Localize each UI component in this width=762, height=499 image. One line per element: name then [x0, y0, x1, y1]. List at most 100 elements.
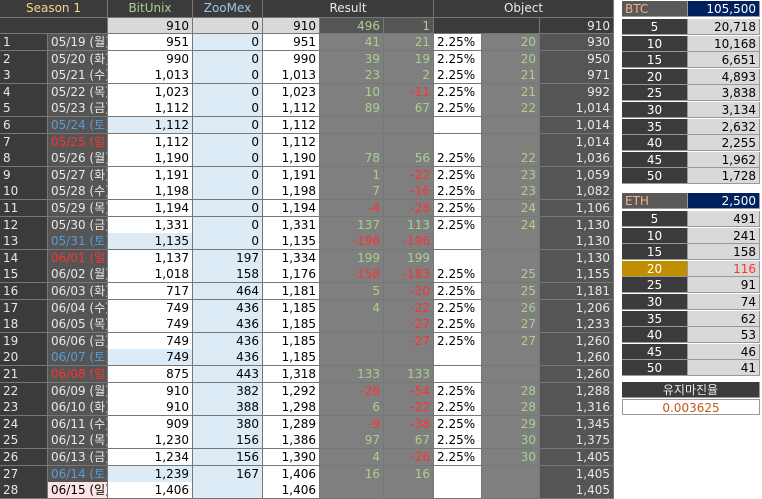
bitunix-value[interactable]: 1,112 — [108, 117, 193, 134]
leverage-value[interactable]: 15 — [622, 52, 688, 69]
bitunix-value[interactable]: 910 — [108, 399, 193, 417]
sum-value[interactable]: 1,023 — [263, 83, 320, 101]
row-number[interactable]: 13 — [0, 233, 48, 251]
zoomex-value[interactable]: 436 — [193, 316, 263, 334]
date-cell[interactable]: 05/21 (수) — [48, 67, 108, 85]
row-number[interactable]: 1 — [0, 34, 48, 51]
date-cell[interactable]: 06/04 (수) — [48, 299, 108, 317]
row-number[interactable]: 2 — [0, 50, 48, 68]
row-number[interactable]: 23 — [0, 399, 48, 417]
bitunix-value[interactable]: 1,406 — [108, 482, 193, 499]
objective-value[interactable]: 25 — [482, 283, 540, 300]
row-number[interactable]: 22 — [0, 382, 48, 400]
objective-value[interactable]: 21 — [482, 83, 540, 101]
daily-value[interactable]: -11 — [384, 83, 434, 101]
quantity-value[interactable]: 1,962 — [688, 151, 760, 168]
sum-value[interactable]: 1,406 — [263, 465, 320, 483]
sum-value[interactable]: 1,298 — [263, 399, 320, 417]
target-value[interactable]: 1,375 — [540, 432, 614, 450]
objective-value[interactable]: 22 — [482, 150, 540, 168]
row-number[interactable]: 15 — [0, 266, 48, 284]
rate-value[interactable]: 2.25% — [434, 50, 482, 68]
rate-value[interactable]: 2.25% — [434, 216, 482, 234]
quantity-value[interactable]: 74 — [688, 294, 760, 310]
daily-value[interactable]: 16 — [384, 465, 434, 483]
rate-value[interactable] — [434, 349, 482, 367]
bitunix-header[interactable]: BitUnix — [108, 0, 193, 18]
bitunix-value[interactable]: 1,191 — [108, 166, 193, 184]
bitunix-value[interactable]: 1,230 — [108, 432, 193, 450]
rate-value[interactable] — [434, 133, 482, 151]
btc-price[interactable]: 105,500 — [688, 1, 760, 17]
objective-value[interactable]: 20 — [482, 34, 540, 51]
bitunix-value[interactable]: 749 — [108, 349, 193, 367]
leverage-value[interactable]: 5 — [622, 19, 688, 35]
target-value[interactable]: 1,405 — [540, 465, 614, 483]
target-value[interactable]: 1,260 — [540, 366, 614, 383]
zoomex-value[interactable]: 0 — [193, 216, 263, 234]
date-cell[interactable]: 05/19 (월) — [48, 34, 108, 51]
bitunix-value[interactable]: 1,198 — [108, 183, 193, 201]
rate-value[interactable]: 2.25% — [434, 67, 482, 85]
bitunix-value[interactable]: 1,013 — [108, 67, 193, 85]
row-number[interactable]: 27 — [0, 465, 48, 483]
leverage-value[interactable]: 45 — [622, 151, 688, 168]
leverage-value[interactable]: 45 — [622, 343, 688, 360]
target-value[interactable]: 930 — [540, 34, 614, 51]
daily-value[interactable] — [384, 133, 434, 151]
zoomex-value[interactable]: 0 — [193, 83, 263, 101]
quantity-value[interactable]: 491 — [688, 211, 760, 227]
bitunix-value[interactable]: 1,112 — [108, 100, 193, 118]
bitunix-value[interactable]: 1,137 — [108, 249, 193, 267]
row-number[interactable]: 28 — [0, 482, 48, 499]
rate-value[interactable]: 2.25% — [434, 83, 482, 101]
zoomex-value[interactable]: 0 — [193, 100, 263, 118]
date-cell[interactable]: 06/07 (토) — [48, 349, 108, 367]
daily-value[interactable]: -22 — [384, 166, 434, 184]
objective-value[interactable]: 21 — [482, 67, 540, 85]
daily-value[interactable]: -27 — [384, 332, 434, 350]
row-number[interactable]: 16 — [0, 283, 48, 300]
leverage-value[interactable]: 50 — [622, 168, 688, 185]
margin-label[interactable]: 유지마진율 — [622, 382, 760, 398]
diff-value[interactable] — [320, 332, 384, 350]
row-number[interactable]: 18 — [0, 316, 48, 334]
diff-value[interactable]: 23 — [320, 67, 384, 85]
leverage-value[interactable]: 25 — [622, 85, 688, 102]
daily-value[interactable]: 67 — [384, 100, 434, 118]
leverage-value[interactable]: 30 — [622, 294, 688, 310]
diff-value[interactable] — [320, 349, 384, 367]
sum-value[interactable]: 1,292 — [263, 382, 320, 400]
daily-value[interactable] — [384, 117, 434, 134]
target-value[interactable]: 1,181 — [540, 283, 614, 300]
totals-blank[interactable] — [0, 18, 108, 34]
rate-value[interactable]: 2.25% — [434, 283, 482, 300]
leverage-value[interactable]: 40 — [622, 327, 688, 344]
quantity-value[interactable]: 91 — [688, 277, 760, 294]
rate-value[interactable]: 2.25% — [434, 415, 482, 433]
total-diff[interactable]: 496 — [320, 18, 384, 34]
diff-value[interactable]: -196 — [320, 233, 384, 251]
diff-value[interactable]: 137 — [320, 216, 384, 234]
zoomex-value[interactable]: 388 — [193, 399, 263, 417]
row-number[interactable]: 5 — [0, 100, 48, 118]
rate-value[interactable]: 2.25% — [434, 166, 482, 184]
bitunix-value[interactable]: 990 — [108, 50, 193, 68]
sum-value[interactable]: 1,135 — [263, 233, 320, 251]
total-zoomex[interactable]: 0 — [193, 18, 263, 34]
sum-value[interactable]: 1,386 — [263, 432, 320, 450]
sum-value[interactable]: 1,191 — [263, 166, 320, 184]
target-value[interactable]: 992 — [540, 83, 614, 101]
row-number[interactable]: 3 — [0, 67, 48, 85]
btc-label[interactable]: BTC — [622, 1, 688, 17]
sum-value[interactable]: 990 — [263, 50, 320, 68]
daily-value[interactable]: 56 — [384, 150, 434, 168]
zoomex-value[interactable]: 464 — [193, 283, 263, 300]
leverage-value[interactable]: 35 — [622, 310, 688, 327]
target-value[interactable]: 1,405 — [540, 449, 614, 466]
bitunix-value[interactable]: 1,234 — [108, 449, 193, 466]
date-cell[interactable]: 05/30 (금) — [48, 216, 108, 234]
zoomex-value[interactable]: 0 — [193, 200, 263, 217]
objective-value[interactable] — [482, 249, 540, 267]
date-cell[interactable]: 06/01 (일) — [48, 249, 108, 267]
